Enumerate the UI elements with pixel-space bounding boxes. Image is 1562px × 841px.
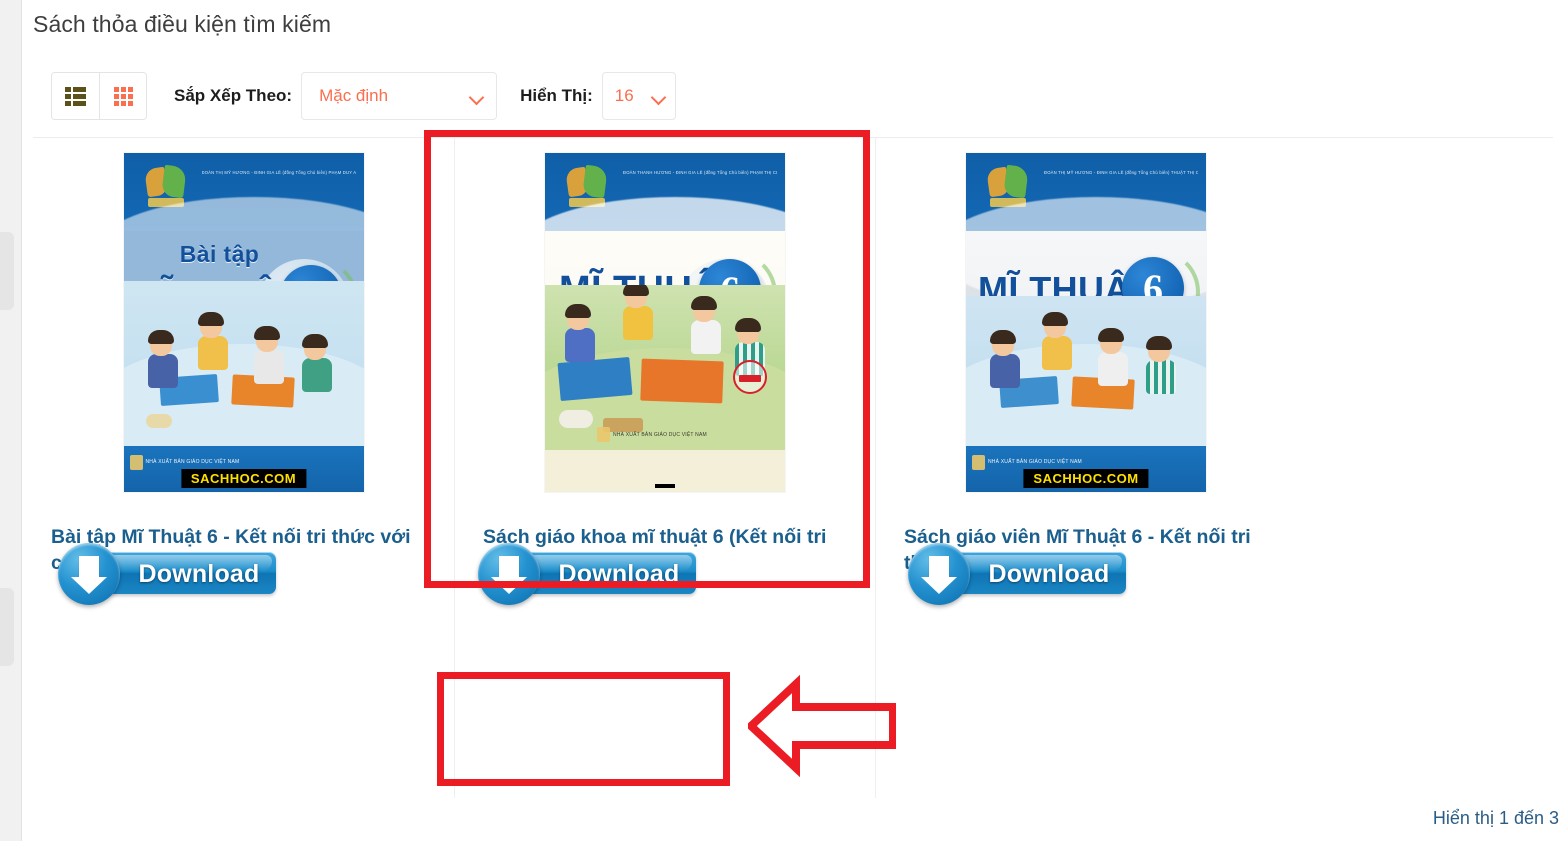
results-count-status: Hiển thị 1 đến 3 <box>1432 808 1559 828</box>
page-title: Sách thỏa điều kiện tìm kiếm <box>33 11 332 37</box>
publisher-seal-icon <box>597 427 610 442</box>
download-button-1[interactable]: Download <box>58 543 276 605</box>
illustration-mat <box>557 356 633 402</box>
book-cover-image: ĐOÀN THANH HƯƠNG - ĐINH GIA LÊ (đồng Tổn… <box>545 153 785 492</box>
download-button-3[interactable]: Download <box>908 543 1126 605</box>
download-arrow-icon <box>491 556 527 594</box>
cover-panel: MĨ THUẬT 6 <box>545 197 785 450</box>
cover-authors: ĐOÀN THỊ MỸ HƯƠNG - ĐINH GIA LÊ (đồng Tổ… <box>1044 170 1198 175</box>
download-button-2[interactable]: Download <box>478 543 696 605</box>
download-arrow-icon <box>71 556 107 594</box>
main-content: Sách thỏa điều kiện tìm kiếm Sắp Xếp The… <box>23 0 1562 841</box>
download-label: Download <box>138 560 260 588</box>
product-thumbnail-link[interactable]: ĐOÀN THỊ MỸ HƯƠNG - ĐINH GIA LÊ (đồng Tổ… <box>876 153 1296 492</box>
illustration-child <box>691 296 721 354</box>
illustration-palette <box>145 414 172 428</box>
illustration-palette <box>559 410 593 428</box>
illustration-seal-icon <box>733 360 767 394</box>
show-count-value: 16 <box>614 86 634 105</box>
results-toolbar: Sắp Xếp Theo: Mặc định Hiển Thị: 16 <box>51 72 676 120</box>
illustration-child <box>565 304 595 362</box>
product-cell: ĐOÀN THỊ MỸ HƯƠNG - ĐINH GIA LÊ (đồng Tổ… <box>875 138 1296 798</box>
cover-publisher: NHÀ XUẤT BẢN GIÁO DỤC VIỆT NAM <box>145 459 240 465</box>
illustration-child <box>253 326 284 384</box>
product-cell: ĐOÀN THANH HƯƠNG - ĐINH GIA LÊ (đồng Tổn… <box>454 138 875 798</box>
cover-watermark: SACHHOC.COM <box>1023 469 1149 488</box>
product-grid: ĐOÀN THỊ MỸ HƯƠNG - ĐINH GIA LÊ (đồng Tổ… <box>33 138 1562 798</box>
illustration-child <box>197 312 228 370</box>
product-thumbnail-link[interactable]: ĐOÀN THANH HƯƠNG - ĐINH GIA LÊ (đồng Tổn… <box>455 153 875 492</box>
list-view-button[interactable] <box>52 73 99 119</box>
sort-by-select[interactable]: Mặc định <box>301 72 498 120</box>
cover-authors: ĐOÀN THANH HƯƠNG - ĐINH GIA LÊ (đồng Tổn… <box>623 170 777 175</box>
show-count-label: Hiển Thị: <box>520 86 593 105</box>
cover-authors: ĐOÀN THỊ MỸ HƯƠNG - ĐINH GIA LÊ (đồng Tổ… <box>201 170 356 175</box>
illustration-child <box>623 285 653 340</box>
grid-view-icon <box>113 86 133 106</box>
sort-by-label: Sắp Xếp Theo: <box>174 86 293 105</box>
cover-illustration <box>123 281 364 446</box>
gutter-nub-top <box>0 232 14 310</box>
cover-panel: Bài tập MĨ THUẬT 6 <box>123 197 364 446</box>
illustration-child <box>990 330 1020 388</box>
left-gutter <box>0 0 22 841</box>
cover-illustration <box>966 296 1206 446</box>
gutter-nub-bottom <box>0 588 14 666</box>
illustration-child <box>1098 328 1128 386</box>
list-view-icon <box>65 86 86 106</box>
book-cover-image: ĐOÀN THỊ MỸ HƯƠNG - ĐINH GIA LÊ (đồng Tổ… <box>123 153 364 492</box>
search-results-page: Sách thỏa điều kiện tìm kiếm Sắp Xếp The… <box>0 0 1562 841</box>
cover-illustration: NHÀ XUẤT BẢN GIÁO DỤC VIỆT NAM <box>545 285 785 450</box>
chevron-down-icon <box>652 90 665 103</box>
download-label: Download <box>988 560 1110 588</box>
grid-view-button[interactable] <box>99 73 146 119</box>
view-mode-group <box>51 72 147 120</box>
product-thumbnail-link[interactable]: ĐOÀN THỊ MỸ HƯƠNG - ĐINH GIA LÊ (đồng Tổ… <box>33 153 454 492</box>
book-cover-image: ĐOÀN THỊ MỸ HƯƠNG - ĐINH GIA LÊ (đồng Tổ… <box>966 153 1206 492</box>
cover-watermark: SACHHOC.COM <box>180 469 307 488</box>
illustration-child <box>147 330 178 388</box>
chevron-down-icon <box>470 90 483 103</box>
show-count-select[interactable]: 16 <box>601 72 676 120</box>
publisher-seal-icon <box>129 455 143 470</box>
illustration-child <box>1146 336 1176 394</box>
cover-watermark <box>655 484 675 488</box>
product-cell: ĐOÀN THỊ MỸ HƯƠNG - ĐINH GIA LÊ (đồng Tổ… <box>33 138 454 798</box>
illustration-child <box>1042 312 1072 370</box>
cover-panel: MĨ THUẬT SÁCH GIÁO VIÊN 6 <box>966 197 1206 486</box>
illustration-child <box>301 334 332 392</box>
download-arrow-icon <box>921 556 957 594</box>
sort-by-value: Mặc định <box>319 86 389 105</box>
cover-publisher: NHÀ XUẤT BẢN GIÁO DỤC VIỆT NAM <box>988 459 1082 465</box>
illustration-mat <box>640 358 724 404</box>
publisher-seal-icon <box>972 455 985 470</box>
cover-publisher: NHÀ XUẤT BẢN GIÁO DỤC VIỆT NAM <box>613 432 707 438</box>
download-label: Download <box>558 560 680 588</box>
